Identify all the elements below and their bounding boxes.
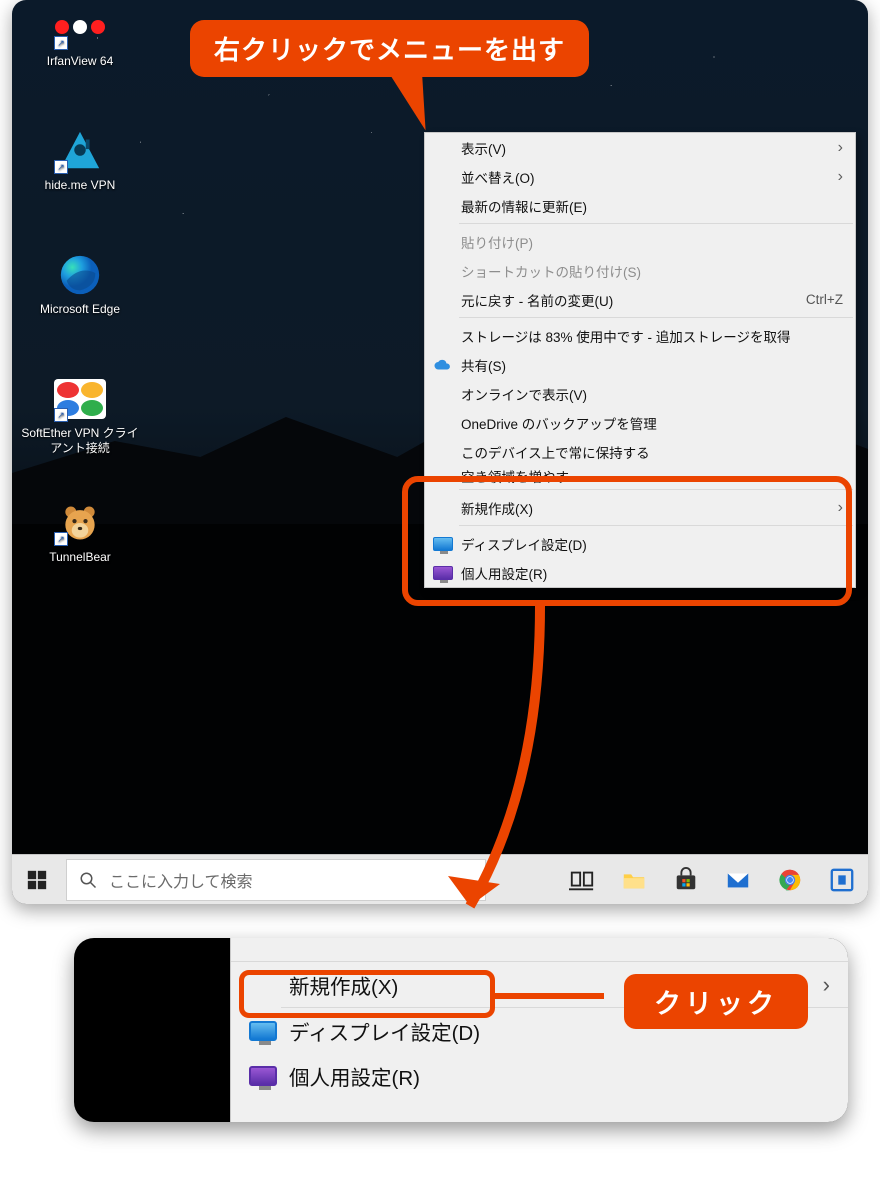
tunnelbear-icon: ↗ <box>54 500 106 546</box>
desktop-icon-hideme[interactable]: ↗ hide.me VPN <box>20 124 140 220</box>
search-icon <box>79 871 97 889</box>
taskbar-chrome[interactable] <box>764 855 816 905</box>
closeup-clipped-item: 空き領域を増やす <box>231 938 848 962</box>
ctx-label: 並べ替え(O) <box>461 167 535 187</box>
ctx-label: オンラインで表示(V) <box>461 384 587 404</box>
monitor-icon <box>433 537 453 551</box>
ctx-onedrive-backup[interactable]: OneDrive のバックアップを管理 <box>425 408 855 437</box>
windows-icon <box>27 870 47 890</box>
ctx-label: 空き領域を増やす <box>461 466 569 486</box>
screenshot-closeup: 空き領域を増やす 新規作成(X) › ディスプレイ設定(D) 個人用設定(R) … <box>74 938 848 1122</box>
taskbar: ここに入力して検索 <box>12 854 868 904</box>
desktop-icon-label: TunnelBear <box>49 550 111 565</box>
chrome-icon <box>777 867 803 893</box>
closeup-personalize[interactable]: 個人用設定(R) <box>231 1053 848 1098</box>
ctx-separator <box>459 489 853 490</box>
ctx-storage[interactable]: ストレージは 83% 使用中です - 追加ストレージを取得 <box>425 321 855 350</box>
ctx-separator <box>459 525 853 526</box>
shortcut-badge-icon: ↗ <box>54 532 68 546</box>
desktop-icon-softether[interactable]: ↗ SoftEther VPN クライアント接続 <box>20 372 140 468</box>
folder-icon <box>621 867 647 893</box>
closeup-label: 新規作成(X) <box>289 970 398 1000</box>
chevron-right-icon: › <box>823 972 830 998</box>
annotation-bubble-bottom: クリック <box>624 974 808 1029</box>
desktop-icon-label: IrfanView 64 <box>47 54 114 69</box>
search-placeholder: ここに入力して検索 <box>109 868 253 892</box>
taskbar-store[interactable] <box>660 855 712 905</box>
taskbar-pinned <box>556 855 868 905</box>
ctx-free-space[interactable]: 空き領域を増やす <box>425 466 855 486</box>
annotation-bubble-top: 右クリックでメニューを出す <box>190 20 589 77</box>
chevron-right-icon: › <box>838 168 843 186</box>
ctx-label: 元に戻す - 名前の変更(U) <box>461 290 613 310</box>
desktop-icon-tunnelbear[interactable]: ↗ TunnelBear <box>20 496 140 592</box>
closeup-label: 個人用設定(R) <box>289 1061 420 1091</box>
start-button[interactable] <box>12 855 62 905</box>
ctx-shortcut: Ctrl+Z <box>806 292 843 307</box>
annotation-text: 右クリックでメニューを出す <box>214 35 565 65</box>
ctx-label: 共有(S) <box>461 355 506 375</box>
ctx-refresh[interactable]: 最新の情報に更新(E) <box>425 191 855 220</box>
mail-icon <box>725 867 751 893</box>
taskbar-search[interactable]: ここに入力して検索 <box>66 859 486 901</box>
ctx-separator <box>459 223 853 224</box>
taskbar-mail[interactable] <box>712 855 764 905</box>
cloud-icon <box>433 358 451 372</box>
ctx-label: 新規作成(X) <box>461 498 533 518</box>
ctx-label: 貼り付け(P) <box>461 232 533 252</box>
ctx-personalize[interactable]: 個人用設定(R) <box>425 558 855 587</box>
ctx-label: ストレージは 83% 使用中です - 追加ストレージを取得 <box>461 326 790 346</box>
screenshot-desktop: ↗ IrfanView 64 ↗ hide.me VPN Micr <box>12 0 868 904</box>
shortcut-badge-icon: ↗ <box>54 160 68 174</box>
desktop-icons: ↗ IrfanView 64 ↗ hide.me VPN Micr <box>20 0 170 620</box>
softether-icon: ↗ <box>54 376 106 422</box>
ctx-label: ディスプレイ設定(D) <box>461 534 587 554</box>
ctx-display-settings[interactable]: ディスプレイ設定(D) <box>425 529 855 558</box>
ctx-label: 最新の情報に更新(E) <box>461 196 587 216</box>
monitor-icon <box>249 1021 277 1041</box>
ctx-view-online[interactable]: オンラインで表示(V) <box>425 379 855 408</box>
desktop-context-menu: 表示(V) › 並べ替え(O) › 最新の情報に更新(E) 貼り付け(P) ショ… <box>424 132 856 588</box>
shortcut-badge-icon: ↗ <box>54 408 68 422</box>
ctx-separator <box>459 317 853 318</box>
irfanview-icon: ↗ <box>54 4 106 50</box>
closeup-label: ディスプレイ設定(D) <box>289 1016 480 1046</box>
ctx-share[interactable]: 共有(S) <box>425 350 855 379</box>
taskbar-app[interactable] <box>816 855 868 905</box>
desktop-icon-irfanview[interactable]: ↗ IrfanView 64 <box>20 0 140 96</box>
ctx-label: 個人用設定(R) <box>461 563 547 583</box>
shortcut-badge-icon: ↗ <box>54 36 68 50</box>
desktop-icon-label: hide.me VPN <box>45 178 116 193</box>
desktop-icon-label: SoftEther VPN クライアント接続 <box>20 426 140 456</box>
ctx-undo[interactable]: 元に戻す - 名前の変更(U) Ctrl+Z <box>425 285 855 314</box>
annotation-leader-line <box>494 993 604 999</box>
annotation-text: クリック <box>654 989 778 1019</box>
task-view-icon <box>569 867 595 893</box>
taskbar-task-view[interactable] <box>556 855 608 905</box>
ctx-view[interactable]: 表示(V) › <box>425 133 855 162</box>
monitor-icon <box>249 1066 277 1086</box>
closeup-context-menu: 空き領域を増やす 新規作成(X) › ディスプレイ設定(D) 個人用設定(R) <box>230 938 848 1122</box>
hideme-icon: ↗ <box>54 128 106 174</box>
ctx-keep-on-device[interactable]: このデバイス上で常に保持する <box>425 437 855 466</box>
ctx-paste-shortcut: ショートカットの貼り付け(S) <box>425 256 855 285</box>
monitor-icon <box>433 566 453 580</box>
ctx-sort[interactable]: 並べ替え(O) › <box>425 162 855 191</box>
store-icon <box>673 867 699 893</box>
brackets-icon <box>829 867 855 893</box>
ctx-label: ショートカットの貼り付け(S) <box>461 261 641 281</box>
chevron-right-icon: › <box>838 139 843 157</box>
ctx-paste: 貼り付け(P) <box>425 227 855 256</box>
desktop-icon-label: Microsoft Edge <box>40 302 120 317</box>
ctx-new[interactable]: 新規作成(X) › <box>425 493 855 522</box>
ctx-label: 表示(V) <box>461 138 506 158</box>
chevron-right-icon: › <box>838 499 843 517</box>
ctx-label: このデバイス上で常に保持する <box>461 442 650 462</box>
taskbar-explorer[interactable] <box>608 855 660 905</box>
ctx-label: OneDrive のバックアップを管理 <box>461 413 657 433</box>
edge-icon <box>54 252 106 298</box>
desktop-icon-edge[interactable]: Microsoft Edge <box>20 248 140 344</box>
